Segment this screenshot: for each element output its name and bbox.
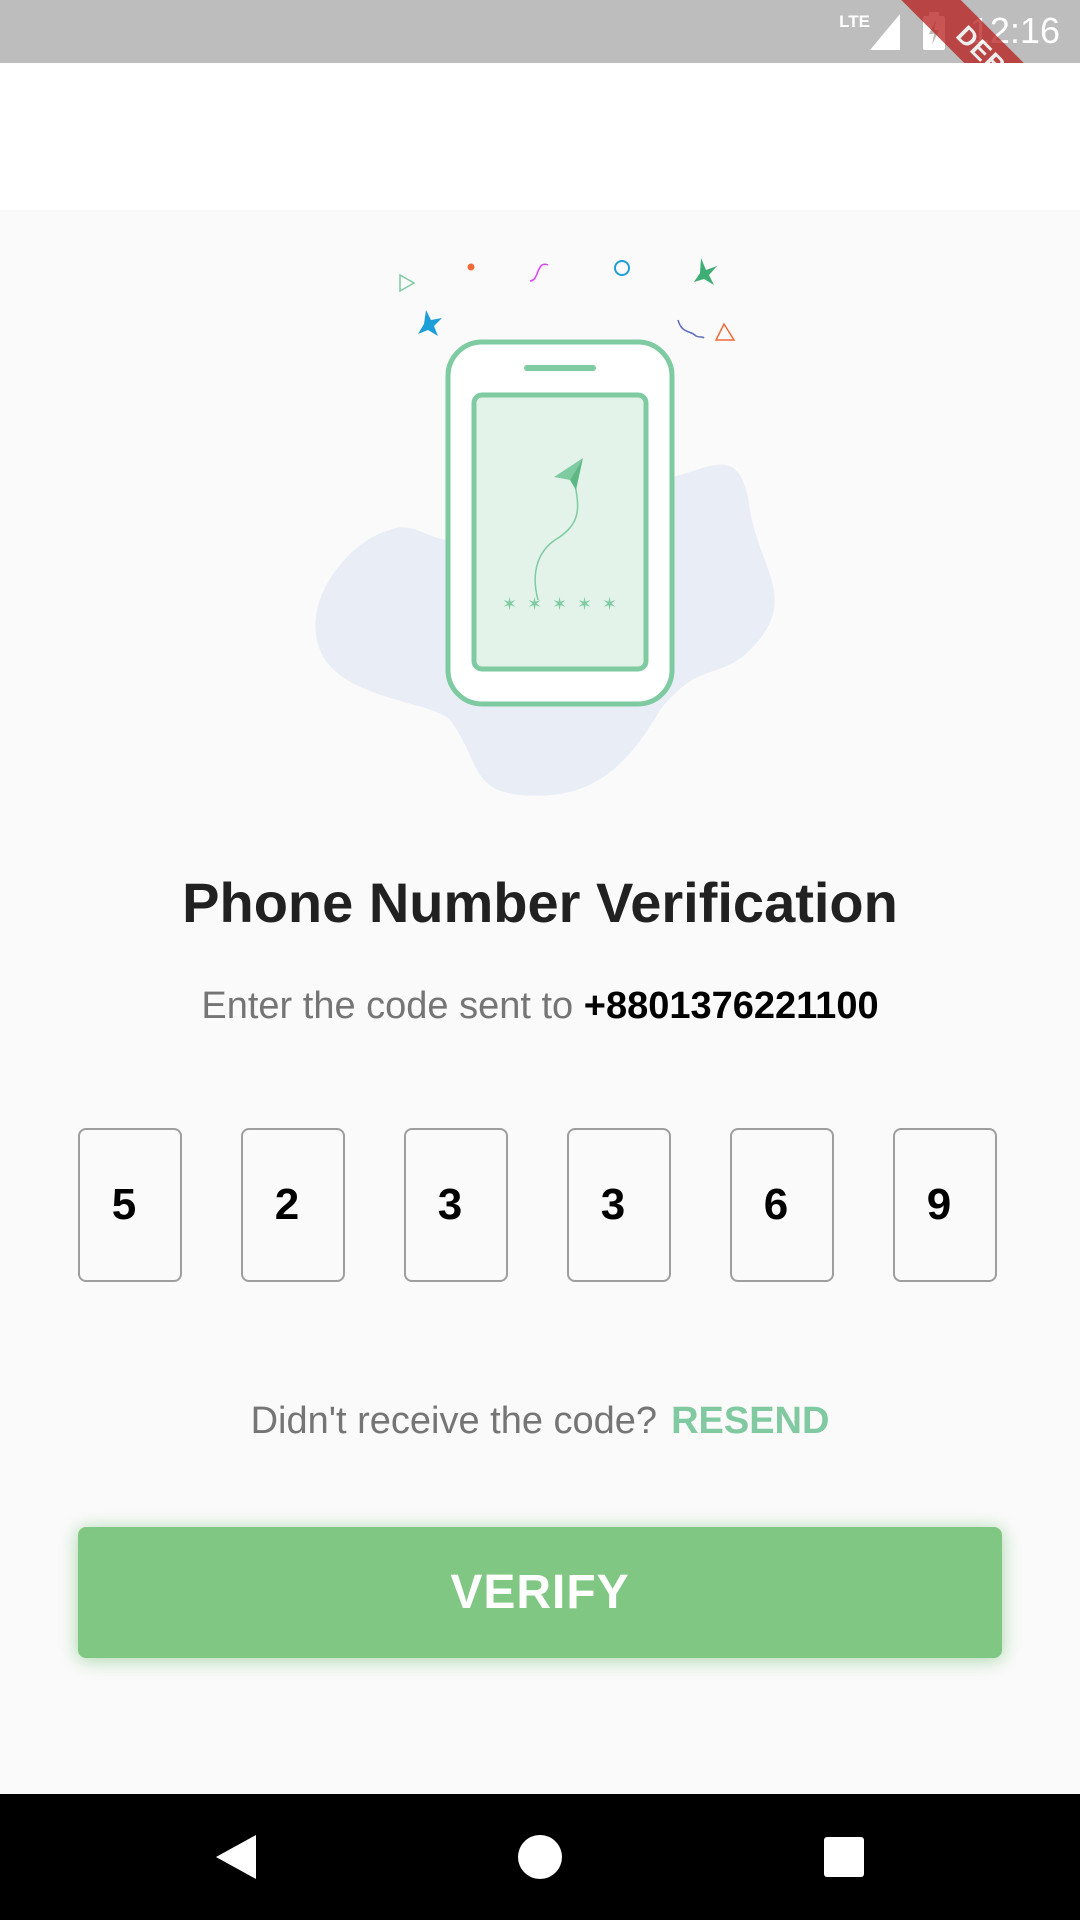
svg-text:✶: ✶ [527, 594, 542, 615]
cell-signal-icon [870, 14, 900, 50]
resend-prompt: Didn't receive the code? [250, 1400, 658, 1442]
phone-number: +8801376221100 [583, 985, 879, 1027]
svg-text:✶: ✶ [602, 594, 617, 615]
app-bar [0, 63, 1080, 210]
page-title: Phone Number Verification [182, 871, 898, 934]
confetti-squiggle [529, 263, 549, 282]
otp-digit-3[interactable]: 3 [404, 1128, 508, 1282]
otp-digit-1[interactable]: 5 [78, 1128, 182, 1282]
otp-input[interactable]: 5 2 3 3 6 9 [78, 1128, 1002, 1288]
back-icon[interactable] [206, 1827, 266, 1887]
svg-text:✶: ✶ [552, 594, 567, 615]
code-sent-text: Enter the code sent to +8801376221100 [0, 985, 1080, 1028]
network-type: LTE [839, 12, 870, 31]
code-sent-prefix: Enter the code sent to [201, 985, 584, 1027]
confetti-circle [614, 260, 630, 276]
phone-screen [471, 392, 649, 672]
confetti-squiggle [677, 319, 705, 339]
otp-digit-5[interactable]: 6 [730, 1128, 834, 1282]
confetti-star [418, 310, 442, 336]
confetti-triangle [399, 273, 416, 293]
otp-digit-6[interactable]: 9 [893, 1128, 997, 1282]
resend-button[interactable]: RESEND [671, 1400, 829, 1442]
recents-icon[interactable] [814, 1827, 874, 1887]
svg-text:✶: ✶ [502, 594, 517, 615]
confetti-triangle [714, 322, 736, 341]
otp-digit-2[interactable]: 2 [241, 1128, 345, 1282]
phone-illustration: ✶ ✶ ✶ ✶ ✶ [315, 258, 775, 796]
svg-text:✶: ✶ [577, 594, 592, 615]
confetti-dot [467, 263, 475, 271]
confetti-star [694, 258, 717, 285]
status-bar: LTE 12:16 DEBUG [0, 0, 1080, 186]
navigation-bar [0, 1794, 1080, 1920]
home-icon[interactable] [510, 1827, 570, 1887]
verify-button[interactable]: VERIFY [78, 1527, 1002, 1658]
otp-digit-4[interactable]: 3 [567, 1128, 671, 1282]
phone-speaker [524, 365, 596, 371]
resend-row: Didn't receive the code? RESEND [0, 1400, 1080, 1443]
